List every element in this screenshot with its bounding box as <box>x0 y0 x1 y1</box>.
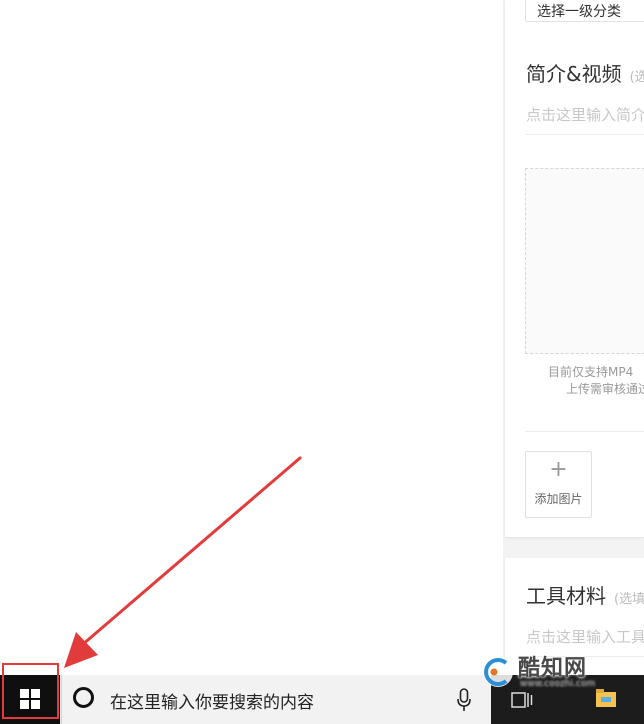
add-image-label: 添加图片 <box>534 492 583 506</box>
video-upload-area[interactable] <box>525 168 644 354</box>
intro-input[interactable]: 点击这里输入简介 <box>526 104 644 135</box>
intro-title-hint: (选 <box>629 70 644 85</box>
watermark-url: www.coozhi.com <box>520 679 596 689</box>
tools-input-placeholder: 点击这里输入工具 <box>526 628 644 646</box>
tools-section-title: 工具材料 (选填 <box>526 580 644 609</box>
tools-title-text: 工具材料 <box>526 584 606 608</box>
intro-title-text: 简介&视频 <box>526 62 622 86</box>
start-button-highlight <box>2 663 59 719</box>
taskbar-search-box[interactable]: 在这里输入你要搜索的内容 <box>61 675 491 724</box>
intro-input-placeholder: 点击这里输入简介 <box>526 106 644 124</box>
cortana-circle-icon[interactable] <box>73 687 94 708</box>
video-note-line1: 目前仅支持MP4 <box>548 365 634 379</box>
coozhi-watermark: 酷知网 www.coozhi.com <box>480 650 630 696</box>
coozhi-logo-icon <box>483 657 513 687</box>
watermark-name: 酷知网 <box>518 656 588 681</box>
divider <box>525 431 644 432</box>
category-select-value: 选择一级分类 <box>537 4 621 20</box>
add-image-button[interactable]: + 添加图片 <box>525 451 592 518</box>
intro-section-title: 简介&视频 (选 <box>526 58 644 87</box>
search-placeholder: 在这里输入你要搜索的内容 <box>110 693 314 713</box>
microphone-icon[interactable] <box>457 687 471 713</box>
tools-title-hint: (选填 <box>614 592 644 607</box>
category-select[interactable]: 选择一级分类 <box>525 0 644 22</box>
plus-icon: + <box>549 457 568 482</box>
video-note-line2: 上传需审核通过 <box>566 382 644 396</box>
